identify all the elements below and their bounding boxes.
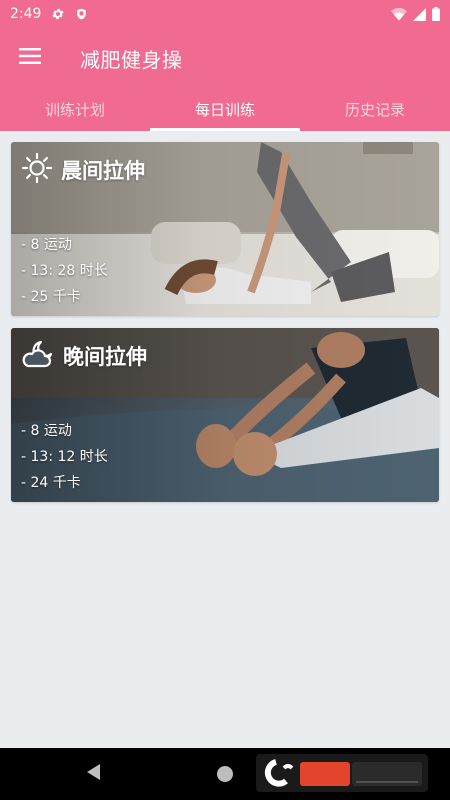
card-header: 晚间拉伸 xyxy=(21,338,147,374)
tab-label: 历史记录 xyxy=(344,101,405,119)
card-stats: - 8 运动 - 13: 28 时长 - 25 千卡 xyxy=(21,232,108,310)
signal-icon xyxy=(413,7,426,21)
menu-button[interactable] xyxy=(0,28,60,88)
gear-icon xyxy=(51,7,65,21)
wifi-icon xyxy=(391,7,407,21)
duration: - 13: 28 时长 xyxy=(21,263,108,279)
card-stats: - 8 运动 - 13: 12 时长 - 24 千卡 xyxy=(21,418,108,496)
status-bar: 2:49 xyxy=(0,0,450,28)
home-icon[interactable] xyxy=(216,765,234,787)
shield-icon xyxy=(75,7,88,21)
moon-cloud-icon xyxy=(21,338,55,374)
tab-bar: 训练计划 每日训练 历史记录 xyxy=(0,88,450,131)
tab-history[interactable]: 历史记录 xyxy=(300,88,450,131)
battery-icon xyxy=(432,7,440,21)
tab-label: 每日训练 xyxy=(194,101,255,119)
back-icon[interactable] xyxy=(84,762,102,786)
exercise-count: - 8 运动 xyxy=(21,423,72,439)
watermark-logo xyxy=(256,754,428,792)
system-nav-bar xyxy=(0,748,450,800)
workout-card-morning[interactable]: 晨间拉伸 - 8 运动 - 13: 28 时长 - 25 千卡 xyxy=(11,142,439,316)
app-title: 减肥健身操 xyxy=(80,47,183,72)
status-time: 2:49 xyxy=(10,6,42,22)
card-title: 晚间拉伸 xyxy=(63,345,147,369)
card-title: 晨间拉伸 xyxy=(61,159,145,183)
hamburger-menu-icon xyxy=(19,48,41,68)
calories: - 24 千卡 xyxy=(21,475,81,491)
sun-icon xyxy=(21,152,53,188)
tab-daily-training[interactable]: 每日训练 xyxy=(150,88,300,131)
duration: - 13: 12 时长 xyxy=(21,449,108,465)
workout-list: 晨间拉伸 - 8 运动 - 13: 28 时长 - 25 千卡 晚间拉伸 - 8… xyxy=(0,131,450,748)
tab-training-plan[interactable]: 训练计划 xyxy=(0,88,150,131)
calories: - 25 千卡 xyxy=(21,289,81,305)
app-bar: 减肥健身操 xyxy=(0,28,450,88)
workout-card-evening[interactable]: 晚间拉伸 - 8 运动 - 13: 12 时长 - 24 千卡 xyxy=(11,328,439,502)
exercise-count: - 8 运动 xyxy=(21,237,72,253)
tab-label: 训练计划 xyxy=(44,101,105,119)
card-header: 晨间拉伸 xyxy=(21,152,145,188)
